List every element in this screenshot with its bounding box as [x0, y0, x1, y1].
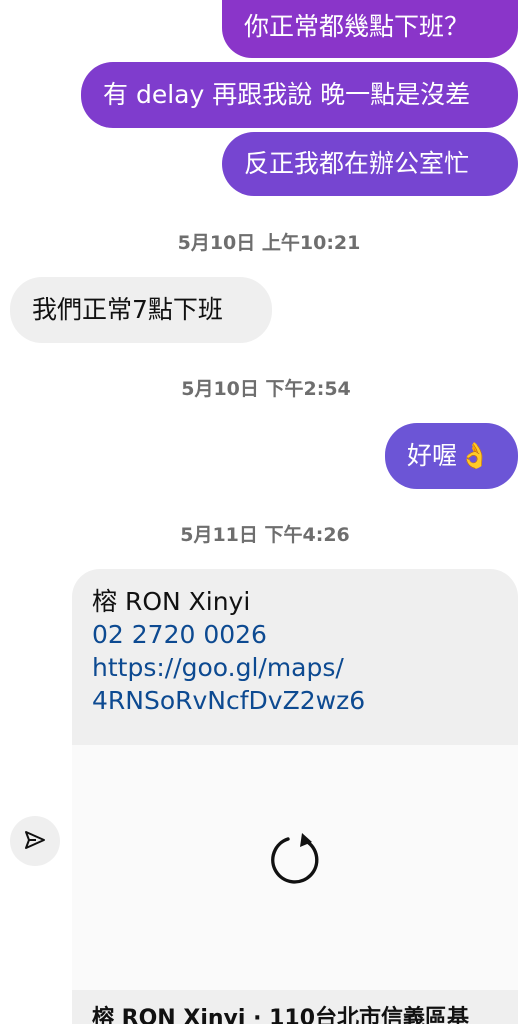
map-url-link[interactable]: https://goo.gl/maps/: [92, 651, 498, 684]
message-text: 好喔: [407, 441, 458, 470]
message-text: 有 delay 再跟我說 晚一點是沒差: [103, 80, 471, 109]
sent-message-bubble[interactable]: 反正我都在辦公室忙: [222, 132, 518, 196]
shared-location-card[interactable]: 榕 RON Xinyi 02 2720 0026 https://goo.gl/…: [72, 569, 518, 745]
message-timestamp: 5月11日 下午4:26: [180, 524, 350, 546]
received-message-bubble[interactable]: 我們正常7點下班: [10, 277, 272, 343]
chat-screen: 你正常都幾點下班？ 有 delay 再跟我說 晚一點是沒差 反正我都在辦公室忙 …: [0, 0, 530, 1024]
refresh-icon[interactable]: [268, 831, 324, 887]
sent-message-bubble[interactable]: 有 delay 再跟我說 晚一點是沒差: [81, 62, 518, 128]
message-text: 反正我都在辦公室忙: [244, 149, 470, 178]
place-name: 榕 RON Xinyi: [92, 587, 251, 616]
map-url-link-continued[interactable]: 4RNSoRvNcfDvZ2wz6: [92, 684, 498, 717]
ok-hand-emoji: 👌: [459, 441, 491, 470]
link-preview-loading: [72, 745, 518, 990]
send-icon: [25, 831, 45, 849]
share-button[interactable]: [10, 816, 60, 866]
message-text: 你正常都幾點下班？: [244, 12, 470, 41]
message-timestamp: 5月10日 上午10:21: [177, 232, 361, 254]
sent-message-bubble[interactable]: 好喔 👌: [385, 423, 518, 489]
link-preview-title[interactable]: 榕 RON Xinyi · 110台北市信義區基: [72, 990, 518, 1024]
message-timestamp: 5月10日 下午2:54: [181, 378, 351, 400]
phone-link[interactable]: 02 2720 0026: [92, 618, 498, 651]
sent-message-bubble[interactable]: 你正常都幾點下班？: [222, 0, 518, 58]
message-text: 我們正常7點下班: [32, 295, 223, 324]
